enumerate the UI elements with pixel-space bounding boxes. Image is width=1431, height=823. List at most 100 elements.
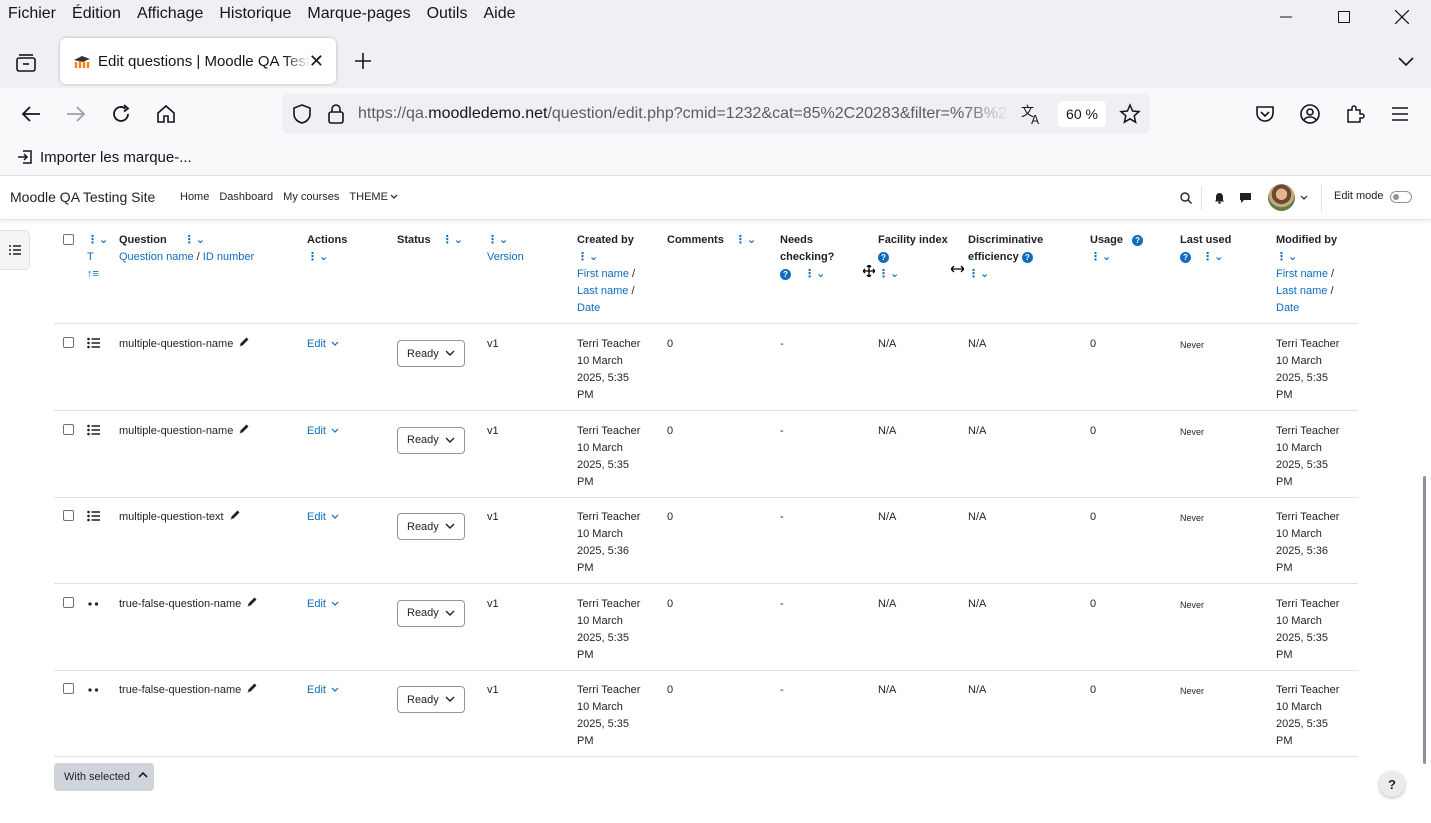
help-icon[interactable]: ? (780, 268, 791, 280)
course-index-drawer-button[interactable] (0, 230, 30, 270)
select-all-checkbox[interactable] (63, 234, 74, 245)
bookmark-star-icon[interactable] (1118, 102, 1142, 126)
menu-historique[interactable]: Historique (211, 5, 299, 23)
sort-ascending-icon[interactable]: ↑≡ (87, 268, 99, 280)
usage-count-link[interactable]: 0 (1090, 336, 1096, 353)
row-checkbox[interactable] (63, 596, 74, 608)
pencil-icon[interactable] (246, 682, 258, 694)
account-button[interactable] (1298, 102, 1322, 126)
column-actions-icon[interactable]: ⋮ ⌄ (577, 251, 598, 263)
usage-count-link[interactable]: 0 (1090, 423, 1096, 440)
nav-dashboard[interactable]: Dashboard (219, 191, 273, 203)
column-actions-icon[interactable]: ⋮ ⌄ (1276, 251, 1297, 263)
edit-mode-toggle[interactable] (1390, 191, 1412, 203)
sort-question-name-link[interactable]: Question name (119, 251, 194, 263)
sort-first-name-link[interactable]: First name (577, 268, 629, 280)
comments-count-link[interactable]: 0 (667, 596, 673, 613)
nav-theme[interactable]: THEME (349, 191, 398, 203)
sort-version-link[interactable]: Version (487, 251, 524, 263)
url-text[interactable]: https://qa.moodledemo.net/question/edit.… (358, 105, 1010, 123)
menu-marque-pages[interactable]: Marque-pages (299, 5, 418, 23)
app-menu-button[interactable] (1388, 102, 1412, 126)
comments-count-link[interactable]: 0 (667, 336, 673, 353)
list-all-tabs-button[interactable] (1397, 54, 1415, 72)
pencil-icon[interactable] (238, 336, 250, 348)
column-actions-icon[interactable]: ⋮ ⌄ (1090, 251, 1111, 263)
sort-id-number-link[interactable]: ID number (203, 251, 254, 263)
status-select[interactable]: Ready (397, 340, 465, 367)
edit-menu-button[interactable]: Edit (307, 425, 339, 437)
site-name[interactable]: Moodle QA Testing Site (10, 189, 155, 205)
chevron-down-icon[interactable] (1300, 195, 1308, 201)
nav-home[interactable]: Home (180, 191, 209, 203)
row-checkbox[interactable] (63, 337, 74, 348)
menu-fichier[interactable]: Fichier (0, 5, 64, 23)
reload-button[interactable] (109, 102, 133, 126)
lock-icon[interactable] (324, 102, 348, 126)
tracking-shield-icon[interactable] (290, 102, 314, 126)
avatar[interactable] (1268, 184, 1295, 211)
comments-count-link[interactable]: 0 (667, 509, 673, 526)
sort-first-name-link[interactable]: First name (1276, 268, 1328, 280)
column-actions-icon[interactable]: ⋮ ⌄ (804, 268, 825, 280)
usage-count-link[interactable]: 0 (1090, 596, 1096, 613)
edit-menu-button[interactable]: Edit (307, 598, 339, 610)
edit-menu-button[interactable]: Edit (307, 338, 339, 350)
usage-count-link[interactable]: 0 (1090, 682, 1096, 699)
comments-count-link[interactable]: 0 (667, 423, 673, 440)
forward-button[interactable] (64, 102, 88, 126)
status-select[interactable]: Ready (397, 686, 465, 713)
column-actions-icon[interactable]: ⋮ ⌄ (968, 268, 989, 280)
column-actions-icon[interactable]: ⋮ ⌄ (1202, 251, 1223, 263)
import-bookmarks-button[interactable]: Importer les marque-... (16, 148, 192, 166)
menu-outils[interactable]: Outils (419, 5, 476, 23)
row-checkbox[interactable] (63, 510, 74, 521)
pencil-icon[interactable] (246, 596, 258, 608)
search-icon[interactable] (1180, 192, 1192, 204)
sort-last-name-link[interactable]: Last name (1276, 285, 1327, 297)
tab-close-icon[interactable]: ✕ (309, 51, 324, 72)
column-actions-icon[interactable]: ⋮ ⌄ (87, 234, 108, 246)
tab-list-button[interactable] (13, 50, 39, 76)
column-actions-icon[interactable]: ⋮ ⌄ (487, 234, 508, 246)
sort-type-link[interactable]: T (87, 251, 94, 263)
translate-icon[interactable]: 文A (1020, 102, 1044, 126)
messages-icon[interactable] (1239, 192, 1252, 204)
column-actions-icon[interactable]: ⋮ ⌄ (184, 234, 205, 246)
comments-count-link[interactable]: 0 (667, 682, 673, 699)
bell-icon[interactable] (1214, 192, 1225, 204)
help-icon[interactable]: ? (1132, 234, 1144, 246)
new-tab-button[interactable] (352, 50, 374, 72)
menu-aide[interactable]: Aide (475, 5, 523, 23)
back-button[interactable] (19, 102, 43, 126)
url-bar[interactable]: https://qa.moodledemo.net/question/edit.… (282, 94, 1150, 134)
row-checkbox[interactable] (63, 683, 74, 694)
nav-my-courses[interactable]: My courses (283, 191, 339, 203)
pocket-button[interactable] (1253, 102, 1277, 126)
menu-affichage[interactable]: Affichage (129, 5, 211, 23)
column-actions-icon[interactable]: ⋮ ⌄ (307, 251, 328, 263)
pencil-icon[interactable] (238, 423, 250, 435)
page-scrollbar[interactable] (1423, 476, 1426, 764)
sort-date-link[interactable]: Date (577, 302, 600, 314)
help-icon[interactable]: ? (1021, 251, 1033, 263)
help-icon[interactable]: ? (1180, 251, 1191, 263)
status-select[interactable]: Ready (397, 599, 465, 627)
help-footer-button[interactable]: ? (1379, 771, 1405, 797)
extensions-button[interactable] (1343, 102, 1367, 126)
tab-edit-questions[interactable]: Edit questions | Moodle QA Testing Site … (60, 38, 336, 84)
pencil-icon[interactable] (229, 509, 241, 521)
menu-edition[interactable]: Édition (64, 5, 129, 23)
usage-count-link[interactable]: 0 (1090, 509, 1096, 526)
sort-date-link[interactable]: Date (1276, 302, 1299, 314)
with-selected-button[interactable]: With selected (54, 763, 154, 791)
sort-last-name-link[interactable]: Last name (577, 285, 628, 297)
column-actions-icon[interactable]: ⋮ ⌄ (442, 234, 463, 246)
status-select[interactable]: Ready (397, 513, 465, 540)
edit-menu-button[interactable]: Edit (307, 684, 339, 696)
zoom-level-button[interactable]: 60 % (1058, 101, 1106, 127)
column-actions-icon[interactable]: ⋮ ⌄ (878, 268, 899, 280)
edit-menu-button[interactable]: Edit (307, 511, 339, 523)
row-checkbox[interactable] (63, 423, 74, 435)
home-button[interactable] (154, 102, 178, 126)
